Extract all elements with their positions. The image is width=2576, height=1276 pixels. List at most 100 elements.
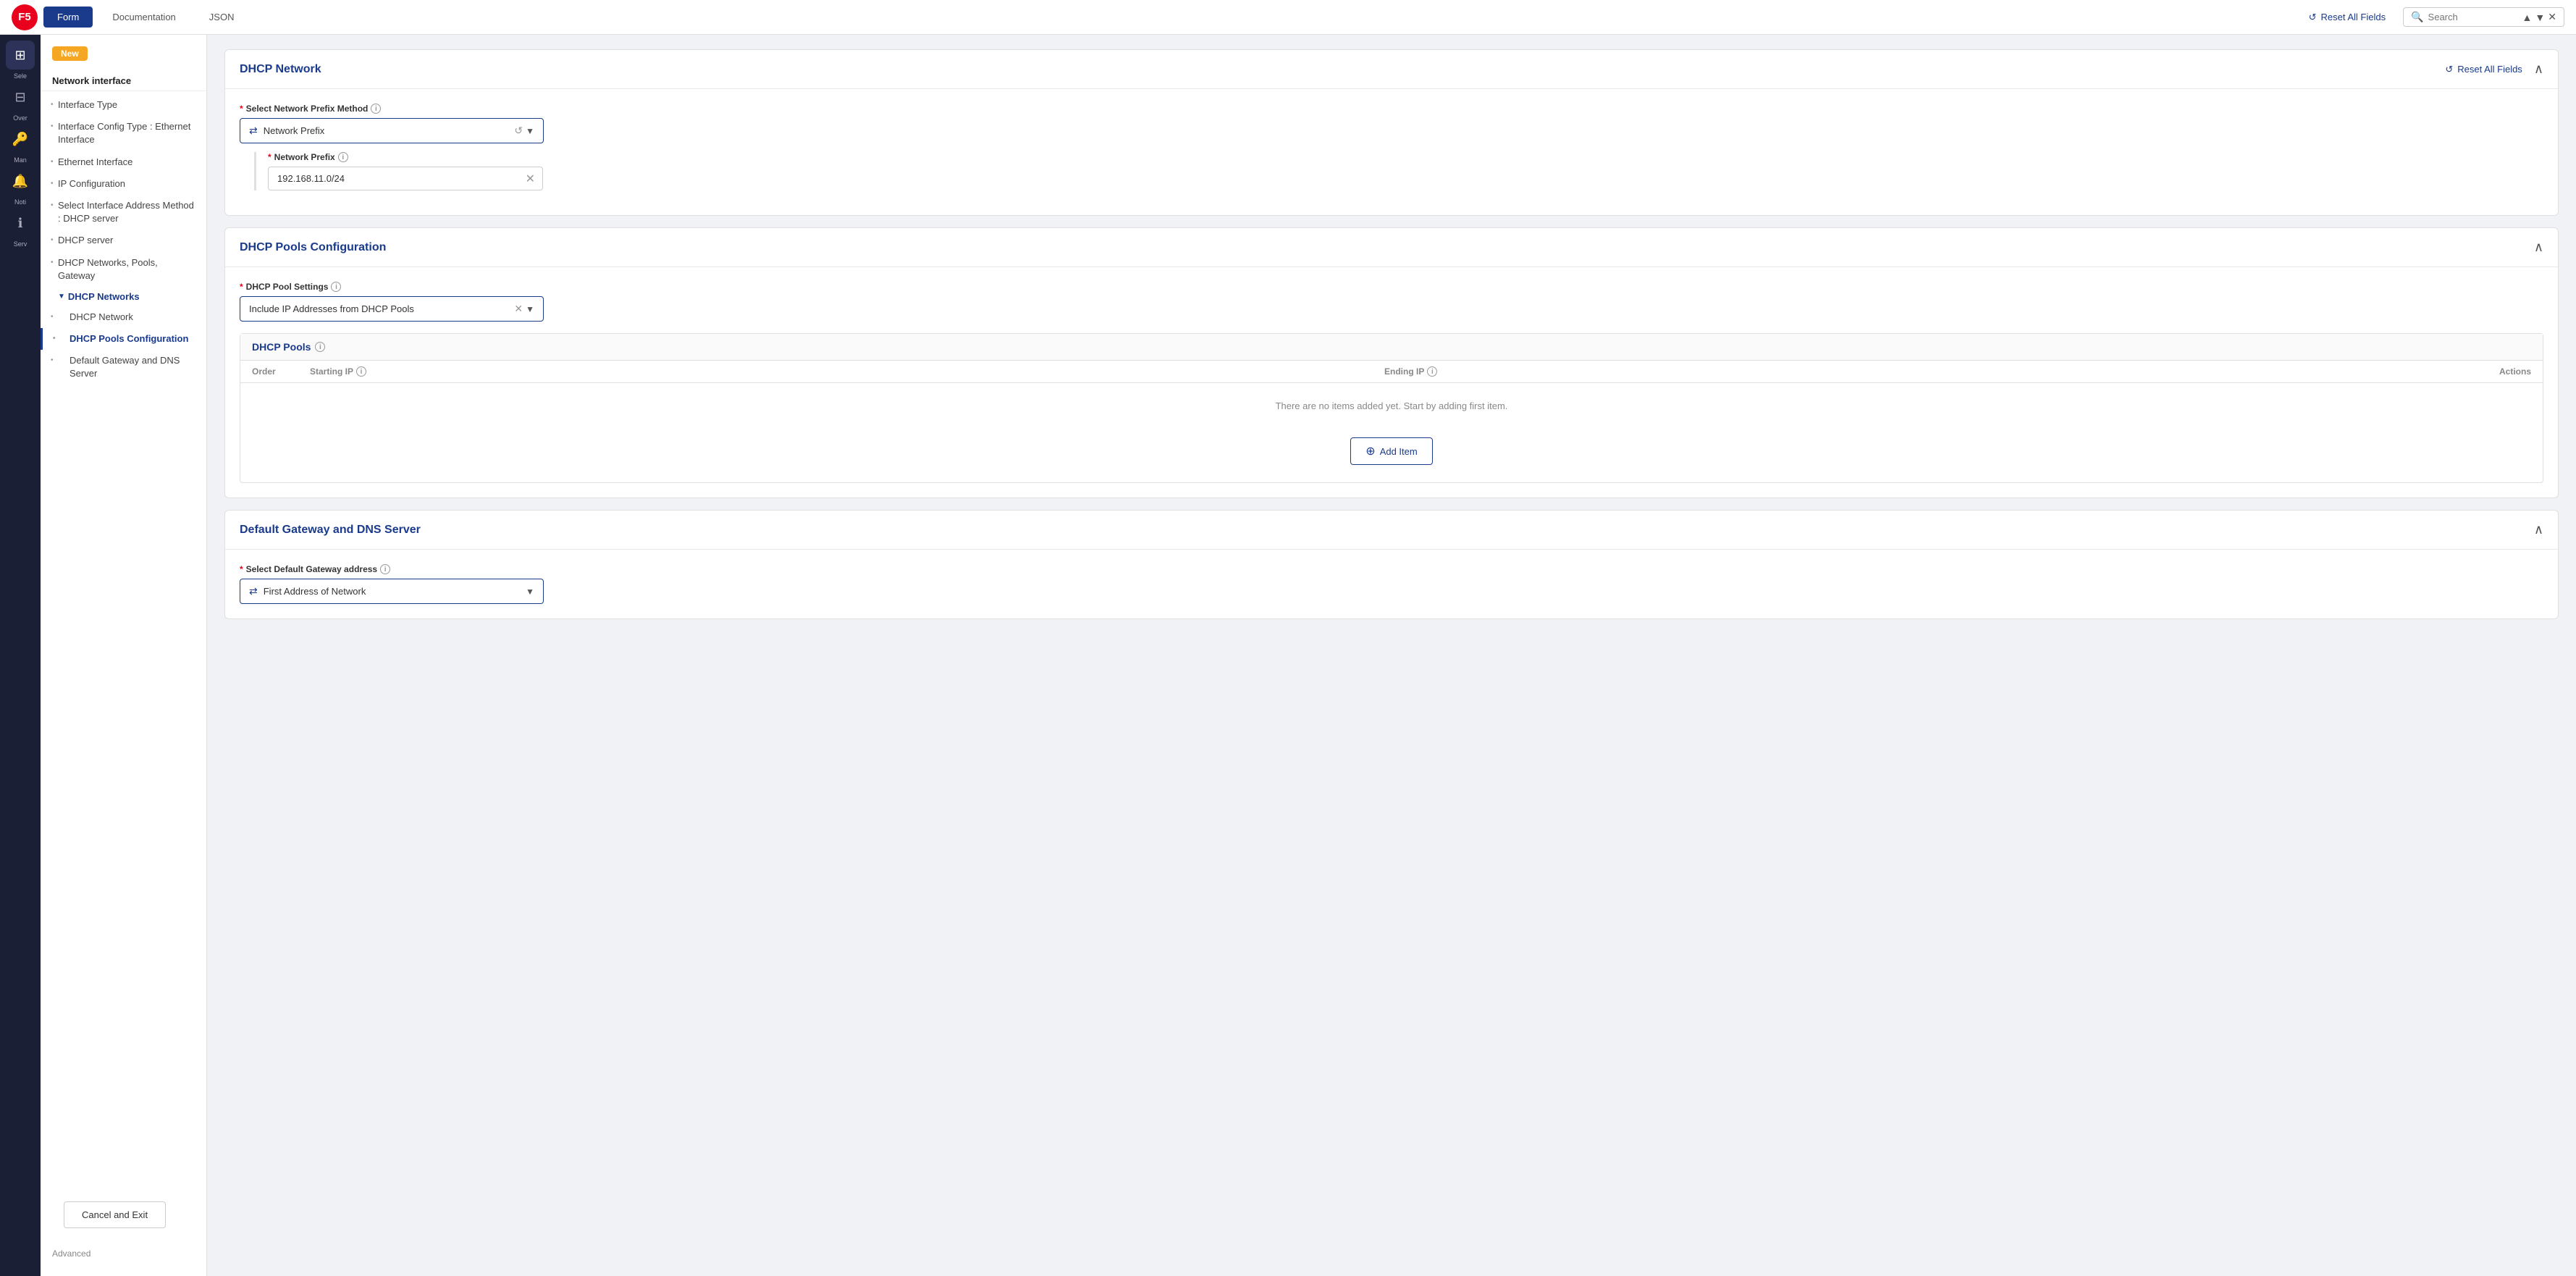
- search-navigation: ▲ ▼ ✕: [2522, 11, 2556, 23]
- select-reset-icon[interactable]: ↺: [514, 125, 523, 137]
- plus-icon: ⊕: [1365, 444, 1375, 458]
- network-prefix-field-label: * Network Prefix i: [268, 152, 2543, 162]
- starting-ip-info-icon[interactable]: i: [356, 366, 366, 377]
- reset-icon: ↺: [2309, 12, 2317, 23]
- sidebar-item-dhcp-network[interactable]: DHCP Network: [41, 306, 206, 328]
- left-nav-manage-label: Man: [14, 156, 27, 164]
- add-item-row: ⊕ Add Item: [240, 429, 2543, 482]
- add-item-button[interactable]: ⊕ Add Item: [1350, 437, 1432, 465]
- pool-settings-clear-icon[interactable]: ✕: [514, 303, 523, 315]
- search-input[interactable]: [2428, 12, 2515, 22]
- sidebar-item-select-interface-address[interactable]: Select Interface Address Method : DHCP s…: [41, 195, 206, 230]
- empty-table-message: There are no items added yet. Start by a…: [240, 383, 2543, 429]
- col-header-actions: Actions: [2459, 366, 2531, 377]
- sidebar-item-ip-configuration[interactable]: IP Configuration: [41, 173, 206, 195]
- topbar: F5 Form Documentation JSON ↺ Reset All F…: [0, 0, 2576, 35]
- sidebar-item-dhcp-pools-configuration[interactable]: DHCP Pools Configuration: [41, 328, 206, 350]
- select-default-gateway-label: * Select Default Gateway address i: [240, 564, 2543, 574]
- pool-settings-info-icon[interactable]: i: [331, 282, 341, 292]
- sidebar-item-ethernet-interface[interactable]: Ethernet Interface: [41, 151, 206, 173]
- network-prefix-info-icon[interactable]: i: [338, 152, 348, 162]
- default-gateway-body: * Select Default Gateway address i ⇄ Fir…: [225, 550, 2558, 618]
- pools-box-header: DHCP Pools i: [240, 334, 2543, 361]
- left-nav-service-label: Serv: [14, 240, 28, 248]
- content-area: DHCP Network ↺ Reset All Fields ∧ * Sele…: [207, 35, 2576, 1276]
- sidebar-item-dhcp-networks-pools[interactable]: DHCP Networks, Pools, Gateway: [41, 252, 206, 287]
- dhcp-pools-section: DHCP Pools Configuration ∧ * DHCP Pool S…: [224, 227, 2559, 498]
- left-nav-manage[interactable]: 🔑: [6, 125, 35, 154]
- search-close-button[interactable]: ✕: [2548, 11, 2556, 23]
- section-collapse-button[interactable]: ∧: [2534, 62, 2543, 77]
- col-header-order: Order: [252, 366, 310, 377]
- collapse-icon: ▼: [58, 293, 65, 301]
- pool-settings-arrow-icon: ▼: [526, 304, 534, 314]
- left-nav-overview-label: Over: [13, 114, 28, 122]
- sidebar: New Network interface Interface Type Int…: [41, 35, 207, 1276]
- cancel-and-exit-button[interactable]: Cancel and Exit: [64, 1201, 166, 1228]
- default-gateway-title: Default Gateway and DNS Server: [240, 524, 421, 537]
- reset-all-fields-button[interactable]: ↺ Reset All Fields: [2309, 12, 2386, 23]
- default-gateway-section: Default Gateway and DNS Server ∧ * Selec…: [224, 510, 2559, 619]
- sidebar-item-interface-config-type[interactable]: Interface Config Type : Ethernet Interfa…: [41, 116, 206, 151]
- tab-json[interactable]: JSON: [195, 7, 248, 28]
- dhcp-network-header: DHCP Network ↺ Reset All Fields ∧: [225, 50, 2558, 89]
- sidebar-section-title: Network interface: [41, 70, 206, 91]
- sidebar-footer: Cancel and Exit: [41, 1181, 206, 1248]
- ending-ip-info-icon[interactable]: i: [1427, 366, 1437, 377]
- left-nav-service[interactable]: ℹ: [6, 209, 35, 238]
- overview-icon: ⊟: [14, 90, 25, 105]
- gateway-collapse-button[interactable]: ∧: [2534, 522, 2543, 537]
- select-prefix-icon: ⇄: [249, 125, 258, 137]
- dhcp-pools-box: DHCP Pools i Order Starting IP i Ending …: [240, 333, 2543, 483]
- default-gateway-info-icon[interactable]: i: [380, 564, 390, 574]
- info-nav-icon: ℹ: [18, 216, 23, 231]
- dhcp-pools-body: * DHCP Pool Settings i Include IP Addres…: [225, 267, 2558, 498]
- sidebar-item-interface-type[interactable]: Interface Type: [41, 94, 206, 116]
- reset-section-button[interactable]: ↺ Reset All Fields: [2445, 64, 2522, 75]
- gateway-select-icon: ⇄: [249, 585, 258, 597]
- reset-section-icon: ↺: [2445, 64, 2453, 75]
- table-header-row: Order Starting IP i Ending IP i Actions: [240, 361, 2543, 383]
- left-nav: ⊞ Sele ⊟ Over 🔑 Man 🔔 Noti ℹ Serv: [0, 35, 41, 1276]
- clear-network-prefix-icon[interactable]: ✕: [518, 172, 542, 186]
- select-network-prefix-label: * Select Network Prefix Method i: [240, 104, 2543, 114]
- pool-settings-field: * DHCP Pool Settings i Include IP Addres…: [240, 282, 2543, 322]
- sidebar-item-dhcp-server[interactable]: DHCP server: [41, 230, 206, 251]
- grid-icon: ⊞: [14, 48, 25, 63]
- select-network-prefix-info-icon[interactable]: i: [371, 104, 381, 114]
- sidebar-item-default-gateway[interactable]: Default Gateway and DNS Server: [41, 350, 206, 385]
- advanced-label: Advanced: [41, 1248, 206, 1264]
- select-network-prefix-field: * Select Network Prefix Method i ⇄ Netwo…: [240, 104, 2543, 190]
- dhcp-pools-header: DHCP Pools Configuration ∧: [225, 228, 2558, 267]
- manage-icon: 🔑: [12, 132, 28, 147]
- search-icon: 🔍: [2411, 11, 2423, 23]
- dhcp-network-title: DHCP Network: [240, 63, 321, 76]
- pools-box-info-icon[interactable]: i: [315, 342, 325, 352]
- pools-collapse-button[interactable]: ∧: [2534, 240, 2543, 255]
- sidebar-dhcp-networks-parent: ▼ DHCP Networks: [41, 287, 206, 306]
- search-prev-button[interactable]: ▲: [2522, 12, 2533, 23]
- left-nav-select[interactable]: ⊞: [6, 41, 35, 70]
- dhcp-network-body: * Select Network Prefix Method i ⇄ Netwo…: [225, 89, 2558, 215]
- tab-documentation[interactable]: Documentation: [98, 7, 189, 28]
- pool-settings-select[interactable]: Include IP Addresses from DHCP Pools ✕ ▼: [240, 296, 544, 322]
- col-header-starting-ip: Starting IP i: [310, 366, 1384, 377]
- select-default-gateway-field: * Select Default Gateway address i ⇄ Fir…: [240, 564, 2543, 604]
- gateway-arrow-icon: ▼: [526, 587, 534, 597]
- default-gateway-select[interactable]: ⇄ First Address of Network ▼: [240, 579, 544, 604]
- sidebar-new-badge-row: New: [41, 46, 206, 70]
- search-next-button[interactable]: ▼: [2535, 12, 2545, 23]
- network-prefix-indent: * Network Prefix i ✕: [254, 152, 2543, 190]
- left-nav-notifications[interactable]: 🔔: [6, 167, 35, 196]
- left-nav-overview[interactable]: ⊟: [6, 83, 35, 112]
- pool-settings-label: * DHCP Pool Settings i: [240, 282, 2543, 292]
- default-gateway-header: Default Gateway and DNS Server ∧: [225, 511, 2558, 550]
- pools-box-title: DHCP Pools i: [252, 341, 325, 353]
- network-prefix-input-wrapper: ✕: [268, 167, 543, 190]
- dhcp-pools-title: DHCP Pools Configuration: [240, 241, 386, 254]
- network-prefix-method-select[interactable]: ⇄ Network Prefix ↺ ▼: [240, 118, 544, 143]
- left-nav-select-label: Sele: [14, 72, 27, 80]
- f5-logo: F5: [12, 4, 38, 30]
- network-prefix-input[interactable]: [269, 167, 518, 190]
- tab-form[interactable]: Form: [43, 7, 93, 28]
